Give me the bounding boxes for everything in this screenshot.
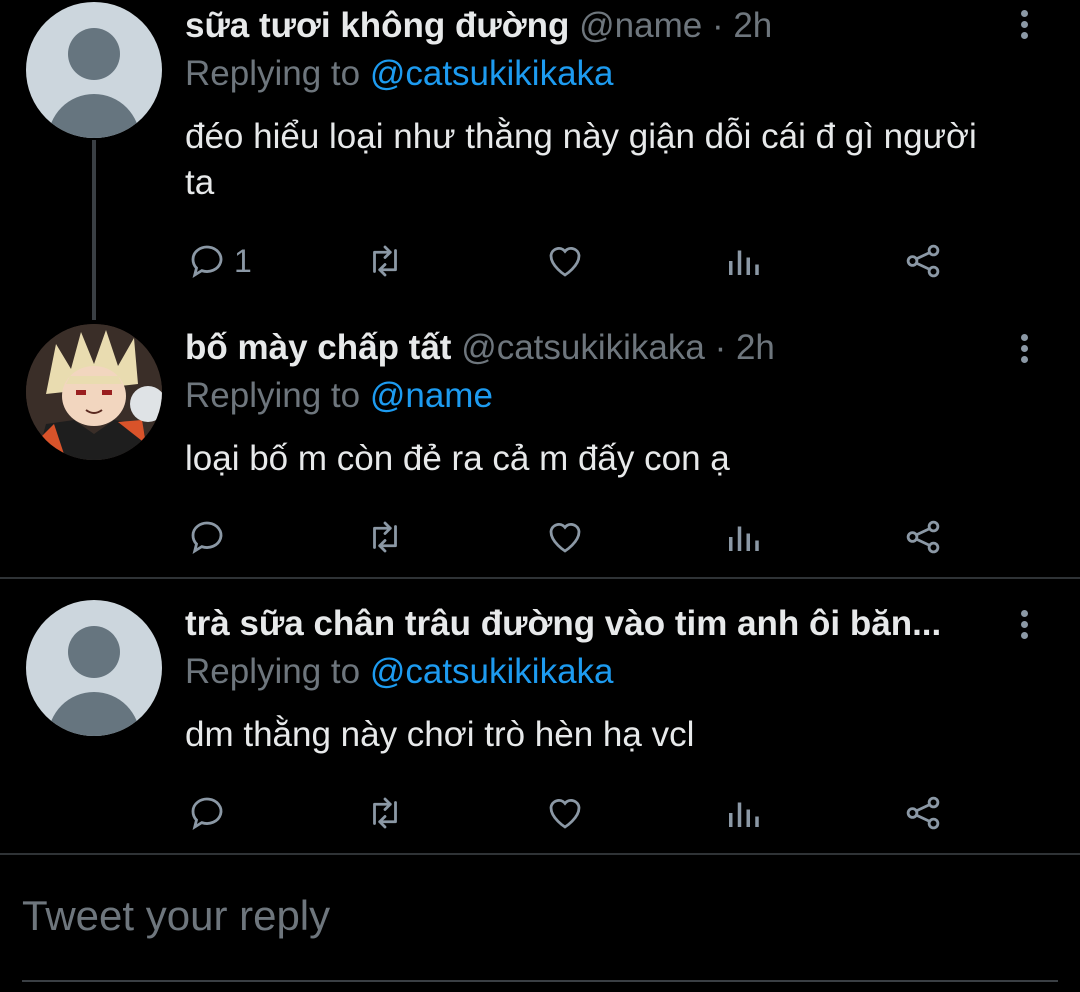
tweet-text: dm thằng này chơi trò hèn hạ vcl [185, 715, 695, 754]
retweet-button[interactable] [364, 236, 406, 286]
display-name[interactable]: sữa tươi không đường [185, 6, 569, 45]
display-name[interactable]: bố mày chấp tất [185, 328, 451, 367]
replying-to: Replying to @name [185, 376, 493, 416]
mention-link[interactable]: @catsukikikaka [370, 652, 614, 691]
reply-button[interactable]: 1 [186, 236, 252, 286]
more-options-icon[interactable] [1016, 10, 1032, 46]
tweet-actions: 1 [0, 236, 1080, 286]
heart-icon [549, 799, 581, 829]
replying-to: Replying to @catsukikikaka [185, 652, 614, 692]
avatar-head-shape [68, 28, 120, 80]
reply-input-underline [22, 980, 1058, 982]
analytics-icon [729, 250, 759, 275]
reply-icon [191, 521, 223, 555]
share-button[interactable] [902, 788, 944, 838]
avatar-body-shape [48, 692, 140, 736]
tweet-header: trà sữa chân trâu đường vào tim anh ôi b… [185, 604, 941, 644]
more-options-icon[interactable] [1016, 334, 1032, 370]
reply-count: 1 [234, 242, 252, 279]
tweet-text: loại bố m còn đẻ ra cả m đấy con ạ [185, 439, 730, 478]
thread-line [92, 140, 96, 320]
replying-to: Replying to @catsukikikaka [185, 54, 614, 94]
share-icon [906, 796, 940, 830]
tweet-header: bố mày chấp tất @catsukikikaka · 2h [185, 328, 775, 368]
retweet-icon [373, 521, 397, 553]
avatar[interactable] [26, 600, 162, 736]
heart-icon [549, 247, 581, 277]
anime-avatar-image [26, 324, 162, 460]
retweet-button[interactable] [364, 512, 406, 562]
reply-button[interactable] [186, 788, 234, 838]
retweet-icon [373, 245, 397, 277]
mention-link[interactable]: @name [370, 376, 493, 415]
analytics-icon [729, 526, 759, 551]
replying-prefix: Replying to [185, 54, 370, 93]
reply-input[interactable]: Tweet your reply [22, 892, 330, 940]
more-options-icon[interactable] [1016, 610, 1032, 646]
retweet-icon [373, 797, 397, 829]
analytics-icon [729, 802, 759, 827]
tweet-divider [0, 577, 1080, 579]
reply-icon [191, 797, 223, 831]
like-button[interactable] [544, 512, 586, 562]
retweet-button[interactable] [364, 788, 406, 838]
like-button[interactable] [544, 788, 586, 838]
replying-prefix: Replying to [185, 652, 370, 691]
avatar-body-shape [48, 94, 140, 138]
like-button[interactable] [544, 236, 586, 286]
analytics-button[interactable] [722, 512, 764, 562]
analytics-button[interactable] [722, 236, 764, 286]
share-button[interactable] [902, 512, 944, 562]
heart-icon [549, 523, 581, 553]
analytics-button[interactable] [722, 788, 764, 838]
mention-link[interactable]: @catsukikikaka [370, 54, 614, 93]
share-icon [906, 244, 940, 278]
avatar[interactable] [26, 2, 162, 138]
tweet-actions [0, 512, 1080, 562]
handle-time: @catsukikikaka · 2h [461, 328, 775, 367]
tweet-header: sữa tươi không đường @name · 2h [185, 6, 772, 46]
tweet-text: đéo hiểu loại như thằng này giận dỗi cái… [185, 117, 977, 202]
tweet-divider [0, 853, 1080, 855]
avatar[interactable] [26, 324, 162, 460]
reply-button[interactable] [186, 512, 234, 562]
avatar-head-shape [68, 626, 120, 678]
reply-icon [191, 245, 223, 279]
tweet-actions [0, 788, 1080, 838]
share-button[interactable] [902, 236, 944, 286]
display-name[interactable]: trà sữa chân trâu đường vào tim anh ôi b… [185, 604, 941, 643]
share-icon [906, 520, 940, 554]
handle-time: @name · 2h [579, 6, 773, 45]
replying-prefix: Replying to [185, 376, 370, 415]
